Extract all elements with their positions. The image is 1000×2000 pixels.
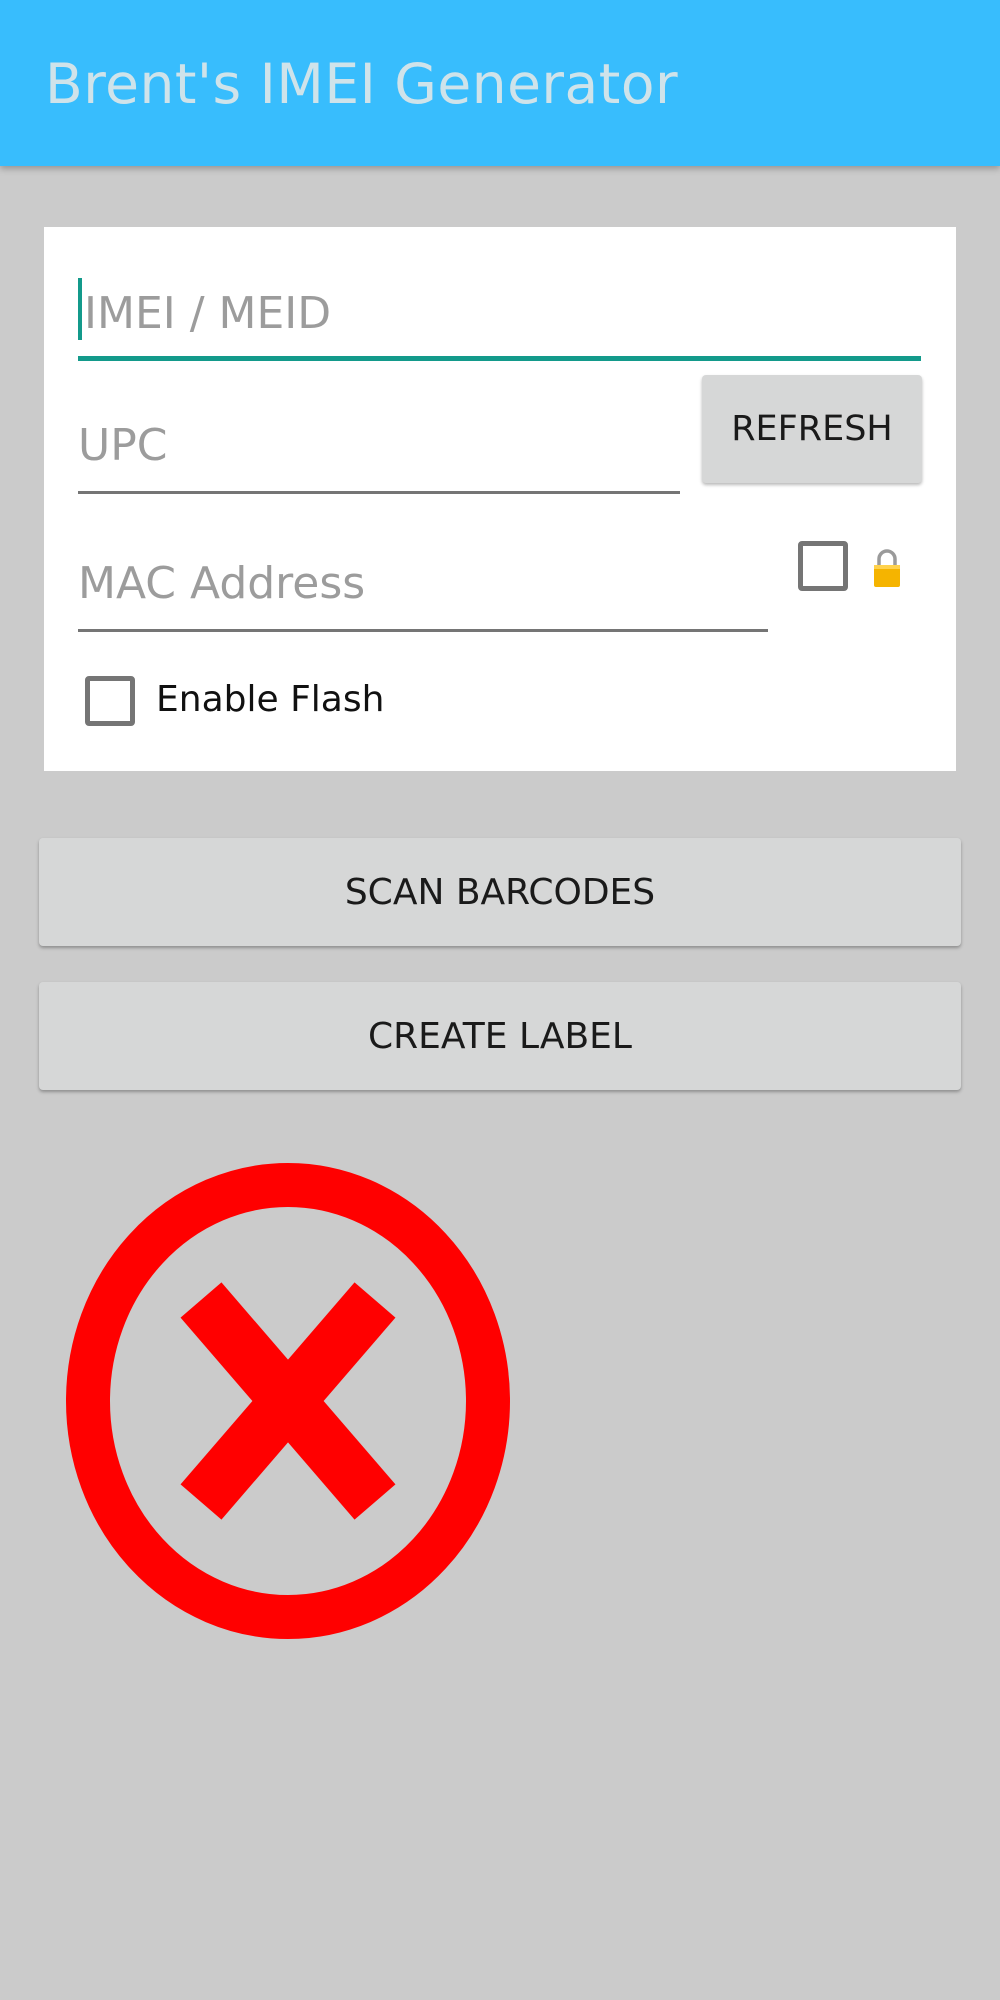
upc-input[interactable]	[78, 382, 680, 494]
mac-address-underline	[78, 629, 768, 632]
enable-flash-label[interactable]: Enable Flash	[156, 679, 384, 720]
imei-field[interactable]	[78, 251, 921, 361]
input-card: REFRESH Enable Flash	[44, 227, 956, 771]
mac-address-field[interactable]	[78, 522, 768, 632]
imei-input[interactable]	[78, 251, 921, 361]
text-cursor	[78, 278, 82, 340]
refresh-button[interactable]: REFRESH	[702, 375, 922, 483]
enable-flash-checkbox[interactable]	[85, 676, 135, 726]
error-x-circle-icon	[66, 1163, 510, 1639]
upc-field[interactable]	[78, 382, 680, 494]
create-label-button[interactable]: CREATE LABEL	[39, 982, 961, 1090]
lock-icon	[874, 549, 900, 587]
app-bar: Brent's IMEI Generator	[0, 0, 1000, 166]
imei-underline	[78, 356, 921, 361]
upc-underline	[78, 491, 680, 494]
app-title: Brent's IMEI Generator	[45, 52, 679, 116]
scan-barcodes-button[interactable]: SCAN BARCODES	[39, 838, 961, 946]
mac-lock-checkbox[interactable]	[798, 541, 848, 591]
mac-address-input[interactable]	[78, 522, 768, 632]
